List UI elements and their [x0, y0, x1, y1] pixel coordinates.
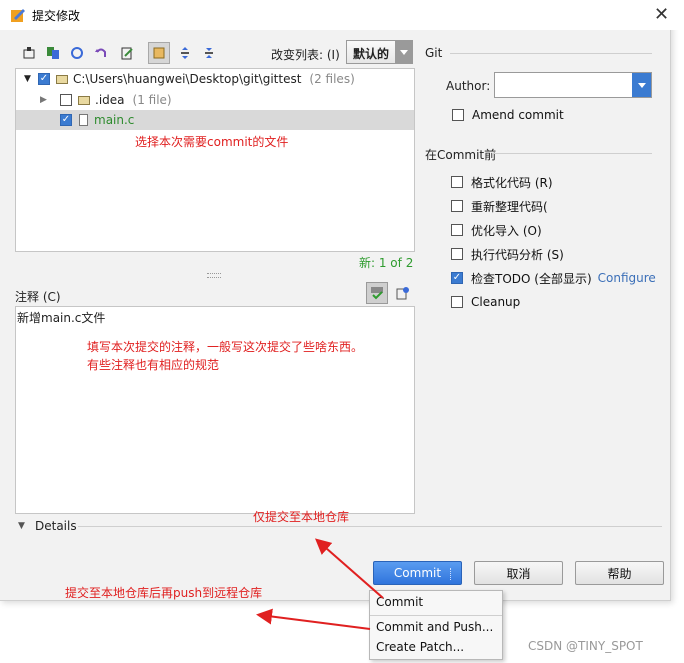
arrow-to-local-only	[314, 538, 384, 599]
arrow-to-commit-push	[256, 608, 371, 630]
watermark: CSDN @TINY_SPOT	[528, 639, 643, 653]
annotation-arrows	[256, 538, 384, 630]
